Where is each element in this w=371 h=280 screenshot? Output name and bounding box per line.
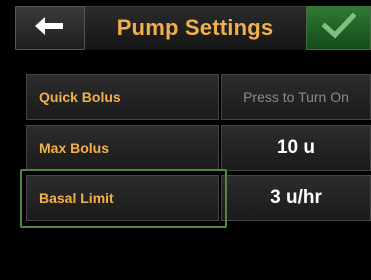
setting-row-basal-limit: Basal Limit 3 u/hr (26, 175, 371, 221)
setting-row-quick-bolus: Quick Bolus Press to Turn On (26, 74, 371, 120)
setting-value-max-bolus[interactable]: 10 u (221, 125, 371, 171)
confirm-button[interactable] (306, 6, 371, 50)
setting-value-quick-bolus[interactable]: Press to Turn On (221, 74, 371, 120)
setting-label-basal-limit[interactable]: Basal Limit (26, 175, 219, 221)
setting-label-max-bolus[interactable]: Max Bolus (26, 125, 219, 171)
page-title: Pump Settings (116, 15, 274, 40)
pump-settings-screen: Pump Settings Quick Bolus Press to Turn … (0, 0, 371, 280)
back-button[interactable] (15, 6, 85, 50)
setting-row-max-bolus: Max Bolus 10 u (26, 125, 371, 171)
setting-label-quick-bolus[interactable]: Quick Bolus (26, 74, 219, 120)
left-arrow-icon (35, 16, 65, 40)
setting-value-basal-limit[interactable]: 3 u/hr (221, 175, 371, 221)
checkmark-icon (320, 11, 357, 44)
